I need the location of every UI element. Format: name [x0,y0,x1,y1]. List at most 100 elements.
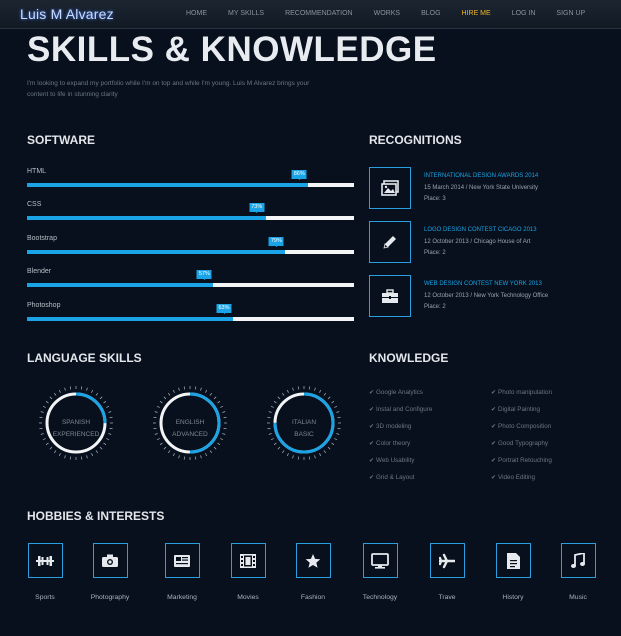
hobby-marketing[interactable]: Marketing [152,543,212,601]
hobby-label: Movies [237,594,259,601]
gauge-tick [213,396,217,400]
knowledge-label: Video Editing [498,474,536,481]
gauge-tick [53,450,57,454]
language-level: ADVANCED [172,431,208,438]
recognition-title[interactable]: LOGO DESIGN CONTEST CICAGO 2013 [424,227,537,233]
gauge-tick [154,411,158,413]
gauge-tick [336,411,340,413]
skill-fill [27,216,266,220]
knowledge-item: ✔ Portrait Retouching [491,457,552,474]
nav-hire-me[interactable]: HIRE ME [462,10,491,17]
recognition-place: Place: 2 [424,304,446,310]
gauge-tick [172,453,175,457]
nav-home[interactable]: HOME [186,10,207,17]
language-label: ITALIAN BASIC [264,417,344,441]
gauge-tick [103,400,107,404]
recognition-item: INTERNATIONAL DESIGN AWARDS 2014 15 Marc… [369,167,609,209]
monitor-icon [362,543,398,578]
skill-fill [27,250,286,254]
gauge-tick [53,392,57,396]
nav-recommendation[interactable]: RECOMMENDATION [285,10,353,17]
nav-works[interactable]: WORKS [374,10,400,17]
recognition-title[interactable]: WEB DESIGN CONTEST NEW YORK 2013 [424,281,542,287]
hobby-movies[interactable]: Movies [218,543,278,601]
hobby-technology[interactable]: Technology [350,543,410,601]
language-name: SPANISH [61,419,91,426]
gauge-tick [167,392,171,396]
gauge-tick [200,387,202,391]
skill-track [27,183,354,187]
knowledge-item: ✔ Digital Painting [491,406,552,423]
gauge-tick [86,387,88,391]
nav-sign-up[interactable]: SIGN UP [556,10,585,17]
skill-label: Blender [27,268,52,275]
language-label: ENGLISH ADVANCED [150,417,230,441]
gauge-tick [49,396,53,400]
gauge-tick [156,405,160,408]
gauge-tick [281,392,285,396]
gauge-tick [273,442,277,446]
hobby-music[interactable]: Music [548,543,608,601]
check-icon: ✔ [369,407,375,413]
recognition-title[interactable]: INTERNATIONAL DESIGN AWARDS 2014 [424,173,538,179]
gauge-tick [167,450,171,454]
knowledge-label: Portrait Retouching [498,457,552,464]
language-label: SPANISH EXPERIENCED [36,417,116,441]
gauge-tick [91,389,94,393]
document-icon [495,543,531,578]
skill-badge: 57% [196,270,212,280]
skill-badge: 73% [249,203,265,213]
gauge-tick [178,387,180,391]
language-level: EXPERIENCED [52,431,100,438]
hobby-label: Sports [35,594,55,601]
knowledge-item: ✔ Instal and Configure [369,406,432,423]
hobby-label: Trave [438,594,456,601]
skill-bar-css: CSS 73% [27,201,354,221]
recognitions-title: RECOGNITIONS [369,133,462,147]
knowledge-item: ✔ Photo manipulation [491,389,552,406]
skill-badge: 79% [268,237,284,247]
check-icon: ✔ [369,458,375,464]
hobby-label: Fashion [300,594,326,601]
skill-fill [27,283,214,287]
nav-my-skills[interactable]: MY SKILLS [228,10,264,17]
gauge-tick [58,453,61,457]
gauge-tick [323,392,327,396]
main-nav: HOME MY SKILLS RECOMMENDATION WORKS BLOG… [186,10,606,17]
skill-track [27,283,354,287]
hobby-photography[interactable]: Photography [80,543,140,601]
check-icon: ✔ [369,441,375,447]
knowledge-label: Digital Painting [498,406,541,413]
gauge-tick [49,446,53,450]
gauge-tick [314,455,316,459]
recognition-place: Place: 2 [424,250,446,256]
hobby-travel[interactable]: Trave [417,543,477,601]
gauge-tick [327,446,331,450]
language-gauge-spanish: SPANISH EXPERIENCED [36,383,116,463]
check-icon: ✔ [369,390,375,396]
knowledge-label: Instal and Configure [376,406,433,413]
plane-icon [429,543,465,578]
hobby-fashion[interactable]: Fashion [283,543,343,601]
brand-logo[interactable]: Luis M Alvarez [20,6,114,22]
nav-blog[interactable]: BLOG [421,10,440,17]
knowledge-label: Color theory [376,440,411,447]
nav-log-in[interactable]: LOG IN [512,10,536,17]
gauge-tick [163,446,167,450]
gauge-tick [99,396,103,400]
knowledge-label: Web Usability [376,457,415,464]
gauge-tick [205,389,208,393]
hobby-label: History [502,594,524,601]
recognition-item: LOGO DESIGN CONTEST CICAGO 2013 12 Octob… [369,221,609,263]
recognition-meta: 12 October 2013 / Chicago House of Art [424,239,531,245]
knowledge-label: Google Analytics [376,389,423,396]
check-icon: ✔ [369,424,375,430]
hobby-sports[interactable]: Sports [15,543,75,601]
gauge-tick [95,450,99,454]
hobby-history[interactable]: History [483,543,543,601]
gauge-tick [277,446,281,450]
gauge-tick [91,453,94,457]
pencil-icon [369,221,411,263]
skill-badge: 63% [216,304,232,314]
gauge-tick [331,442,335,446]
